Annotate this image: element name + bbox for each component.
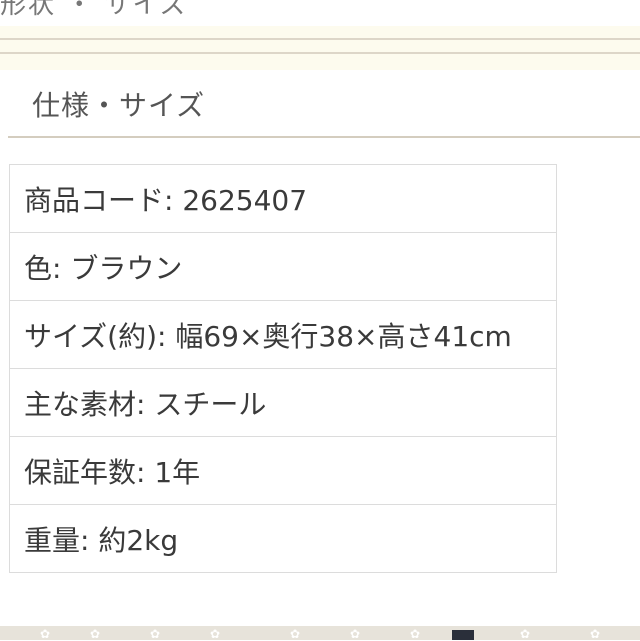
footer-pattern-band: ✿ ✿ ✿ ✿ ✿ ✿ ✿ ✿ ✿ [0,626,640,640]
footer-dark-item [452,630,474,640]
flower-icon: ✿ [520,627,531,641]
previous-section-strip: 形状 ・ サイズ [0,0,640,26]
top-band: 形状 ・ サイズ [0,0,640,70]
flower-icon: ✿ [410,627,421,641]
title-underline [8,136,640,138]
flower-icon: ✿ [590,627,601,641]
divider-line [0,38,640,40]
spec-row-warranty: 保証年数: 1年 [10,437,556,505]
spec-row-product-code: 商品コード: 2625407 [10,165,556,233]
flower-icon: ✿ [150,627,161,641]
divider-line [0,52,640,54]
spec-row-weight: 重量: 約2kg [10,505,556,573]
section-title: 仕様・サイズ [32,89,206,122]
spec-table: 商品コード: 2625407 色: ブラウン サイズ(約): 幅69×奥行38×… [9,164,557,573]
flower-icon: ✿ [350,627,361,641]
previous-section-text: 形状 ・ サイズ [0,0,188,20]
spec-row-color: 色: ブラウン [10,233,556,301]
spec-row-material: 主な素材: スチール [10,369,556,437]
flower-icon: ✿ [290,627,301,641]
flower-icon: ✿ [210,627,221,641]
flower-icon: ✿ [90,627,101,641]
flower-icon: ✿ [40,627,51,641]
spec-row-size: サイズ(約): 幅69×奥行38×高さ41cm [10,301,556,369]
